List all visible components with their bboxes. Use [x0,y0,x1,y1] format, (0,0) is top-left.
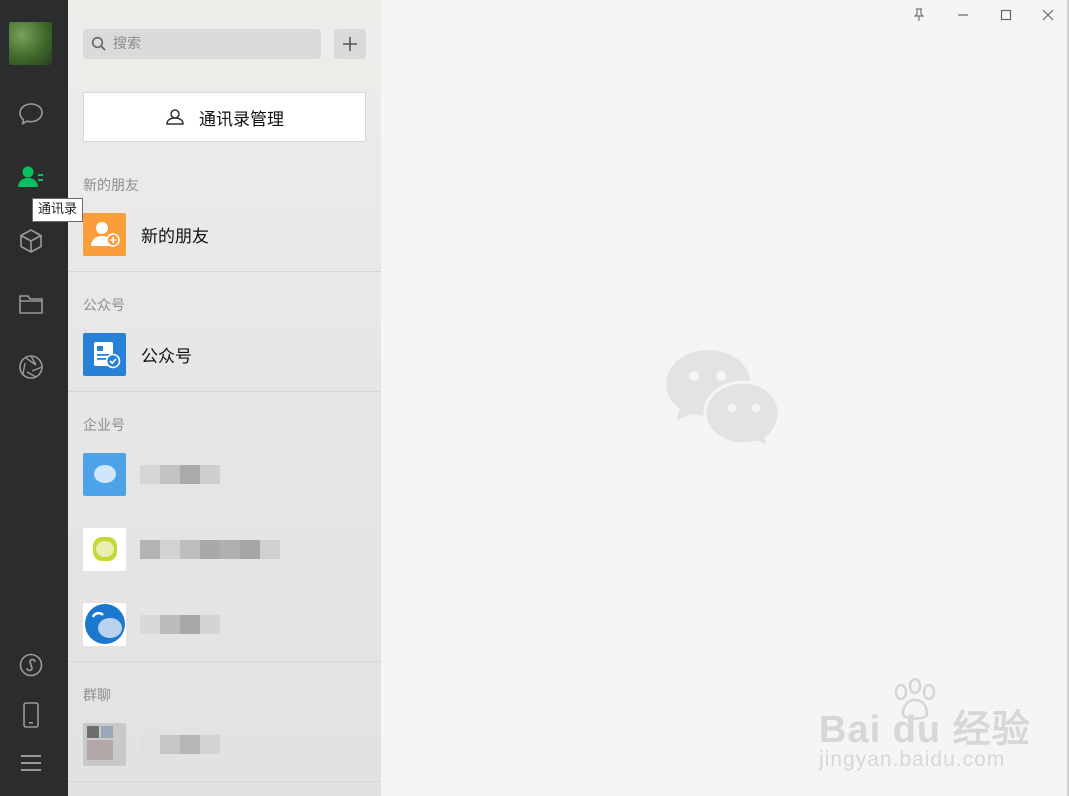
enterprise-avatar-icon [83,452,126,496]
divider [68,781,381,782]
list-item-group-chat[interactable] [83,719,366,769]
folder-icon[interactable] [14,287,48,321]
baidu-brand-text: Bai du 经验 [819,709,1031,751]
contacts-manage-label: 通讯录管理 [199,109,284,130]
official-account-icon [83,332,126,376]
search-input[interactable] [113,29,313,59]
list-item-new-friends[interactable]: 新的朋友 [83,209,366,259]
contacts-manage-icon [166,109,184,125]
list-item-label: 新的朋友 [141,226,209,247]
maximize-icon[interactable] [997,6,1015,24]
divider [68,391,381,392]
list-item-official-accounts[interactable]: 公众号 [83,329,366,379]
enterprise-avatar-icon [83,527,126,571]
search-icon [91,36,107,56]
section-title-enterprise: 企业号 [83,418,125,434]
enterprise-avatar-icon [83,602,126,646]
list-item-label: 公众号 [141,346,192,367]
favorites-cube-icon[interactable] [14,224,48,258]
pin-icon[interactable] [910,6,928,24]
section-title-group-chats: 群聊 [83,688,111,704]
blurred-name [140,734,220,754]
contacts-icon[interactable] [14,160,48,194]
blurred-name [140,464,220,484]
add-button[interactable] [334,29,366,59]
blurred-name [140,614,220,634]
baidu-url-text: jingyan.baidu.com [819,748,1006,771]
section-title-official-accounts: 公众号 [83,298,125,314]
chat-icon[interactable] [14,97,48,131]
divider [68,661,381,662]
group-avatar-icon [83,722,126,766]
menu-icon[interactable] [14,746,48,780]
new-friend-icon [83,212,126,256]
search-box [83,29,321,59]
blurred-name [140,539,280,559]
list-item-enterprise[interactable] [83,524,366,574]
section-title-new-friends: 新的朋友 [83,178,139,194]
wechat-logo-icon [666,348,786,452]
list-item-enterprise[interactable] [83,599,366,649]
moments-icon[interactable] [14,350,48,384]
minimize-icon[interactable] [954,6,972,24]
mini-program-icon[interactable] [14,648,48,682]
nav-rail: 通讯录 [0,0,84,796]
phone-icon[interactable] [14,698,48,732]
plus-icon [343,37,357,51]
close-icon[interactable] [1039,6,1057,24]
divider [68,271,381,272]
list-item-enterprise[interactable] [83,449,366,499]
avatar[interactable] [9,22,52,65]
main-area: Bai du 经验 jingyan.baidu.com [381,0,1069,796]
contacts-manage-button[interactable]: 通讯录管理 [83,92,366,142]
contacts-panel: 通讯录管理 新的朋友 新的朋友 公众号 公众号 企业号 [68,0,381,796]
contacts-tooltip: 通讯录 [32,198,84,222]
